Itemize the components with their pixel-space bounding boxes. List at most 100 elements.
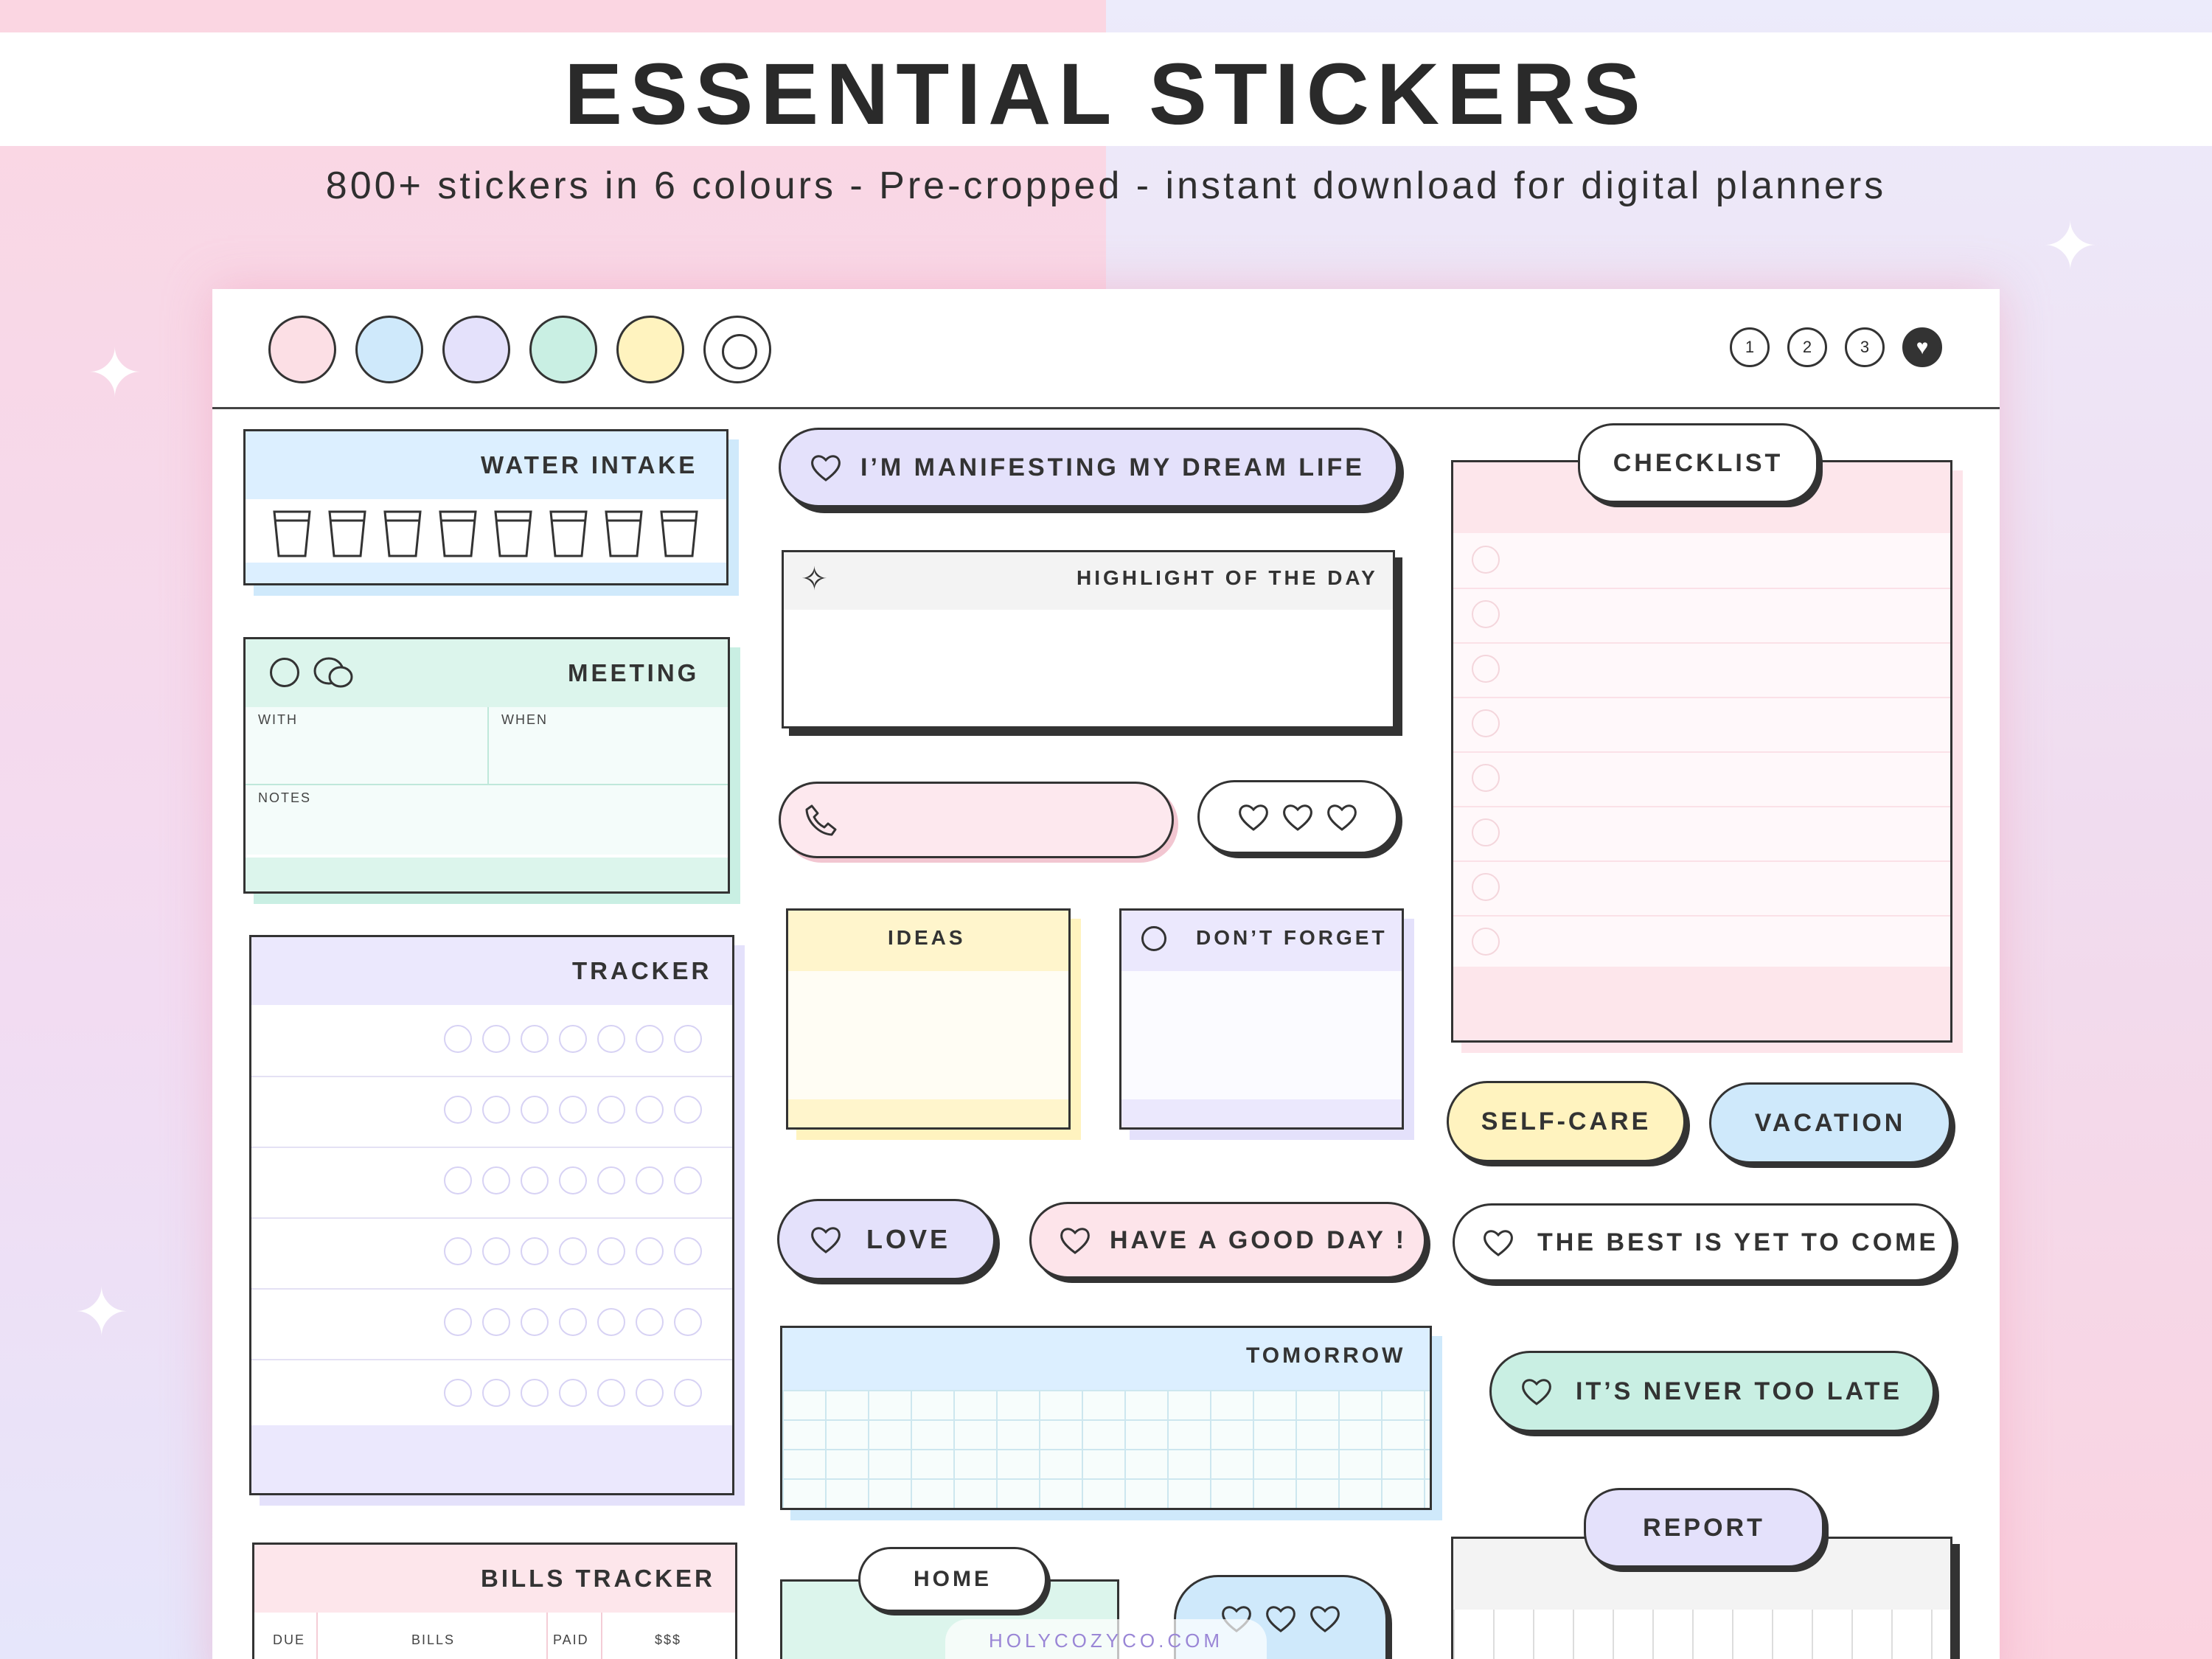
self-care-sticker[interactable]: SELF-CARE	[1447, 1081, 1686, 1162]
checklist-checkbox[interactable]	[1472, 655, 1500, 683]
bills-due-label: DUE	[273, 1632, 306, 1647]
page-tab-2[interactable]: 2	[1787, 327, 1827, 367]
circle-icon[interactable]	[270, 658, 299, 687]
sheet-header-divider	[212, 407, 2000, 409]
tracker-row[interactable]	[444, 1308, 702, 1336]
love-text: LOVE	[866, 1224, 951, 1254]
manifesting-sticker[interactable]: I’M MANIFESTING MY DREAM LIFE	[779, 428, 1398, 507]
tracker-row[interactable]	[444, 1096, 702, 1124]
cup-icon	[439, 510, 477, 557]
heart-icon	[1060, 1228, 1090, 1254]
highlight-title: HIGHLIGHT OF THE DAY	[1077, 566, 1378, 589]
checklist-checkbox[interactable]	[1472, 873, 1500, 901]
meeting-when-label: WHEN	[501, 712, 548, 727]
tracker-title: TRACKER	[572, 957, 712, 984]
bills-name-label: BILLS	[411, 1632, 456, 1647]
cup-icon	[383, 510, 422, 557]
tomorrow-title: TOMORROW	[1246, 1343, 1406, 1368]
phone-sticker[interactable]	[779, 782, 1174, 858]
tracker-row[interactable]	[444, 1166, 702, 1194]
tomorrow-grid	[782, 1390, 1430, 1508]
report-tab[interactable]: REPORT	[1584, 1488, 1824, 1568]
heart-icon	[1266, 1605, 1295, 1632]
ideas-title: IDEAS	[888, 926, 966, 949]
manifesting-text: I’M MANIFESTING MY DREAM LIFE	[860, 453, 1365, 481]
swatch-mint[interactable]	[529, 316, 597, 383]
checklist-footer	[1453, 967, 1950, 1040]
page-title: ESSENTIAL STICKERS	[564, 46, 1648, 143]
tracker-row[interactable]	[444, 1237, 702, 1265]
phone-icon	[805, 804, 837, 836]
checklist-sticker[interactable]	[1451, 460, 1952, 1043]
heart-icon	[1283, 804, 1312, 831]
self-care-text: SELF-CARE	[1481, 1107, 1652, 1135]
meeting-notes-label: NOTES	[258, 790, 312, 805]
sparkle-icon: ✧	[801, 561, 828, 597]
water-intake-title: WATER INTAKE	[481, 451, 698, 479]
heart-icon	[811, 455, 841, 481]
page-subtitle: 800+ stickers in 6 colours - Pre-cropped…	[325, 164, 1887, 207]
circle-icon[interactable]	[1141, 926, 1166, 951]
meeting-with-label: WITH	[258, 712, 298, 727]
tracker-row[interactable]	[444, 1025, 702, 1053]
cup-icon	[549, 510, 588, 557]
vacation-text: VACATION	[1754, 1108, 1906, 1137]
heart-icon	[811, 1227, 841, 1253]
never-late-text: IT’S NEVER TOO LATE	[1576, 1377, 1903, 1405]
page-tab-1[interactable]: 1	[1730, 327, 1770, 367]
bills-tracker-title: BILLS TRACKER	[481, 1565, 715, 1592]
cup-icons	[273, 510, 698, 557]
page-tab-favorites[interactable]: ♥	[1902, 327, 1942, 367]
cup-icon	[273, 510, 311, 557]
good-day-text: HAVE A GOOD DAY !	[1110, 1225, 1408, 1254]
footer-watermark: HOLYCOZYCO.COM	[945, 1619, 1267, 1659]
heart-icon	[1310, 1605, 1340, 1632]
report-grid	[1453, 1610, 1950, 1659]
checklist-checkbox[interactable]	[1472, 546, 1500, 574]
water-intake-footer	[246, 563, 726, 583]
never-late-sticker[interactable]: IT’S NEVER TOO LATE	[1489, 1351, 1935, 1432]
cup-icon	[660, 510, 698, 557]
checklist-checkbox[interactable]	[1472, 764, 1500, 792]
tracker-sticker[interactable]	[249, 935, 734, 1495]
vacation-sticker[interactable]: VACATION	[1709, 1082, 1951, 1164]
heart-icon	[1327, 804, 1357, 831]
chat-bubbles-icon	[313, 657, 353, 688]
swatch-pink[interactable]	[268, 316, 336, 383]
dont-forget-title: DON’T FORGET	[1196, 926, 1388, 949]
tracker-footer	[251, 1425, 732, 1493]
swatch-blue[interactable]	[355, 316, 423, 383]
meeting-divider	[487, 707, 489, 784]
hearts-sticker[interactable]	[1197, 780, 1398, 854]
tracker-row[interactable]	[444, 1379, 702, 1407]
heart-icon	[1522, 1379, 1551, 1405]
bills-amount-label: $$$	[655, 1632, 682, 1647]
heart-icon	[1484, 1230, 1513, 1256]
meeting-divider	[246, 784, 728, 785]
home-tab[interactable]: HOME	[858, 1547, 1047, 1612]
best-yet-text: THE BEST IS YET TO COME	[1537, 1228, 1939, 1256]
cup-icon	[328, 510, 366, 557]
checklist-checkbox[interactable]	[1472, 709, 1500, 737]
page-tab-3[interactable]: 3	[1845, 327, 1885, 367]
sparkle-icon: ✦	[2042, 210, 2098, 284]
meeting-title: MEETING	[568, 659, 700, 686]
heart-icon	[1239, 804, 1268, 831]
best-yet-sticker[interactable]: THE BEST IS YET TO COME	[1453, 1203, 1954, 1281]
swatch-white[interactable]	[703, 316, 771, 383]
sparkle-icon: ✦	[87, 337, 143, 411]
checklist-checkbox[interactable]	[1472, 600, 1500, 628]
swatch-yellow[interactable]	[616, 316, 684, 383]
meeting-body	[246, 707, 728, 855]
sparkle-icon: ✦	[74, 1276, 130, 1350]
cup-icon	[605, 510, 643, 557]
meeting-footer	[246, 858, 728, 891]
bills-paid-label: PAID	[553, 1632, 589, 1647]
checklist-checkbox[interactable]	[1472, 818, 1500, 846]
love-sticker[interactable]: LOVE	[777, 1199, 995, 1280]
good-day-sticker[interactable]: HAVE A GOOD DAY !	[1029, 1202, 1426, 1279]
cup-icon	[494, 510, 532, 557]
swatch-lavender[interactable]	[442, 316, 510, 383]
checklist-checkbox[interactable]	[1472, 928, 1500, 956]
checklist-tab[interactable]: CHECKLIST	[1578, 423, 1818, 503]
